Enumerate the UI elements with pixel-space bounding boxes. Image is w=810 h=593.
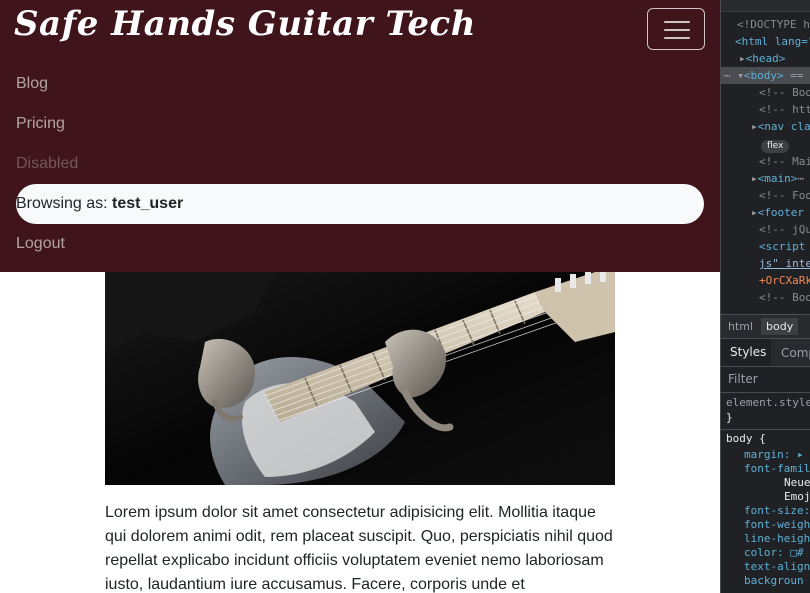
dom-doctype-line[interactable]: <!DOCTYPE ht — [737, 16, 810, 33]
ellipsis-icon: ⋯ — [724, 69, 731, 82]
navbar: Safe Hands Guitar Tech Blog Pricing Disa… — [0, 0, 720, 272]
css-rule-background[interactable]: backgroun — [744, 574, 804, 588]
dom-comment-line[interactable]: <!-- htt — [759, 101, 810, 118]
css-element-style: element.style — [726, 396, 810, 409]
dom-main-line[interactable]: ▸<main>⋯ — [751, 170, 810, 187]
dom-comment-line[interactable]: <!-- Foo — [759, 187, 810, 204]
main-content: Lorem ipsum dolor sit amet consectetur a… — [105, 272, 615, 593]
css-rule-text-align[interactable]: text-align — [744, 560, 810, 574]
dom-script-attr-text: js" inte — [759, 257, 810, 270]
css-rule-font-weight[interactable]: font-weigh — [744, 518, 810, 532]
css-body-selector: body { — [726, 432, 766, 445]
devtools-toolbar — [721, 0, 810, 12]
nav-link-logout[interactable]: Logout — [16, 235, 65, 253]
dom-comment-text: <!-- jQu — [759, 223, 810, 236]
css-rule-continuation: Emoji", — [784, 490, 810, 503]
expand-arrow-icon[interactable]: ▸ — [751, 172, 758, 185]
dom-comment-line[interactable]: <!-- Boo — [759, 289, 810, 306]
css-rule-font-size[interactable]: font-size: — [744, 504, 810, 518]
brand-logo-link[interactable]: Safe Hands Guitar Tech — [14, 4, 476, 44]
devtools-divider — [721, 366, 810, 367]
dom-comment-line[interactable]: <!-- Boo — [759, 84, 810, 101]
dom-nav-text: <nav cla — [757, 120, 810, 133]
breadcrumb-body[interactable]: body — [761, 318, 799, 335]
article-paragraph: Lorem ipsum dolor sit amet consectetur a… — [105, 504, 613, 593]
dom-html-line[interactable]: <html lang=" — [735, 33, 810, 50]
dom-comment-text: <!-- htt — [759, 103, 810, 116]
dom-comment-text: <!-- Boo — [759, 86, 810, 99]
tab-styles[interactable]: Styles — [721, 339, 771, 366]
nav-link-blog[interactable]: Blog — [16, 75, 48, 93]
expand-arrow-icon[interactable]: ▸ — [739, 52, 746, 65]
dom-footer-line[interactable]: ▸<footer — [751, 204, 810, 221]
guitar-photo-illustration — [105, 272, 615, 485]
nav-link-pricing[interactable]: Pricing — [16, 115, 65, 133]
dom-comment-text: <!-- Boo — [759, 291, 810, 304]
dom-body-suffix: == — [790, 69, 804, 82]
ellipsis-icon: ⋯ — [797, 172, 804, 185]
guitar-hero-image — [105, 272, 615, 485]
dom-doctype-text: <!DOCTYPE ht — [737, 18, 810, 31]
css-rule-margin[interactable]: margin: ▸ 0 — [744, 448, 810, 462]
dom-nav-line[interactable]: ▸<nav cla — [751, 118, 810, 135]
dom-script-line[interactable]: <script — [759, 238, 810, 255]
breadcrumb-bar: html body — [721, 315, 810, 338]
dom-comment-text: <!-- Mai — [759, 155, 810, 168]
page-viewport: Safe Hands Guitar Tech Blog Pricing Disa… — [0, 0, 720, 593]
username-label: test_user — [112, 195, 184, 212]
collapse-arrow-icon[interactable]: ▾ — [737, 69, 744, 82]
styles-tab-bar: Styles Comp — [721, 339, 810, 366]
css-rule-font-family[interactable]: font-famil — [744, 462, 810, 476]
css-close-brace: } — [726, 411, 733, 424]
flex-badge[interactable]: flex — [761, 140, 790, 153]
dom-comment-text: <!-- Foo — [759, 189, 810, 202]
dom-hash-line[interactable]: +OrCXaRk — [759, 272, 810, 289]
dom-html-text: <html lang=" — [735, 35, 810, 48]
devtools-panel: <!DOCTYPE ht <html lang=" ▸<head> ⋯ ▾<bo… — [720, 0, 810, 593]
dom-hash-text: +OrCXaRk — [759, 274, 810, 287]
nav-link-disabled: Disabled — [16, 155, 79, 172]
dom-comment-line[interactable]: <!-- jQu — [759, 221, 810, 238]
css-rule-color[interactable]: color: □# — [744, 546, 804, 560]
hamburger-icon — [664, 21, 690, 23]
dom-script-attr-line[interactable]: js" inte — [759, 255, 810, 272]
expand-arrow-icon[interactable]: ▸ — [751, 206, 758, 219]
navbar-toggler-button[interactable] — [647, 8, 705, 50]
dom-head-line[interactable]: ▸<head> — [739, 50, 810, 67]
tab-computed[interactable]: Comp — [781, 346, 810, 360]
styles-filter-input[interactable]: Filter — [728, 372, 758, 386]
breadcrumb-html[interactable]: html — [728, 320, 753, 333]
devtools-divider — [721, 392, 810, 393]
expand-arrow-icon[interactable]: ▸ — [751, 120, 758, 133]
dom-body-text: <body> — [743, 69, 784, 82]
dom-footer-text: <footer — [757, 206, 804, 219]
dom-flex-badge-line: flex — [761, 136, 810, 153]
css-rule-continuation: Neue",A — [784, 476, 810, 489]
hamburger-icon-bar — [664, 29, 690, 31]
dom-head-text: <head> — [745, 52, 786, 65]
dom-main-text: <main> — [757, 172, 798, 185]
browsing-as-label: Browsing as: — [16, 195, 113, 212]
dom-body-line[interactable]: ⋯ ▾<body> == — [721, 67, 810, 84]
browsing-as-pill: Browsing as: test_user — [16, 184, 704, 224]
dom-script-text: <script — [759, 240, 806, 253]
devtools-divider — [721, 429, 810, 430]
dom-comment-line[interactable]: <!-- Mai — [759, 153, 810, 170]
hamburger-icon-bar — [664, 37, 690, 39]
css-rule-line-height[interactable]: line-heigh — [744, 532, 810, 546]
